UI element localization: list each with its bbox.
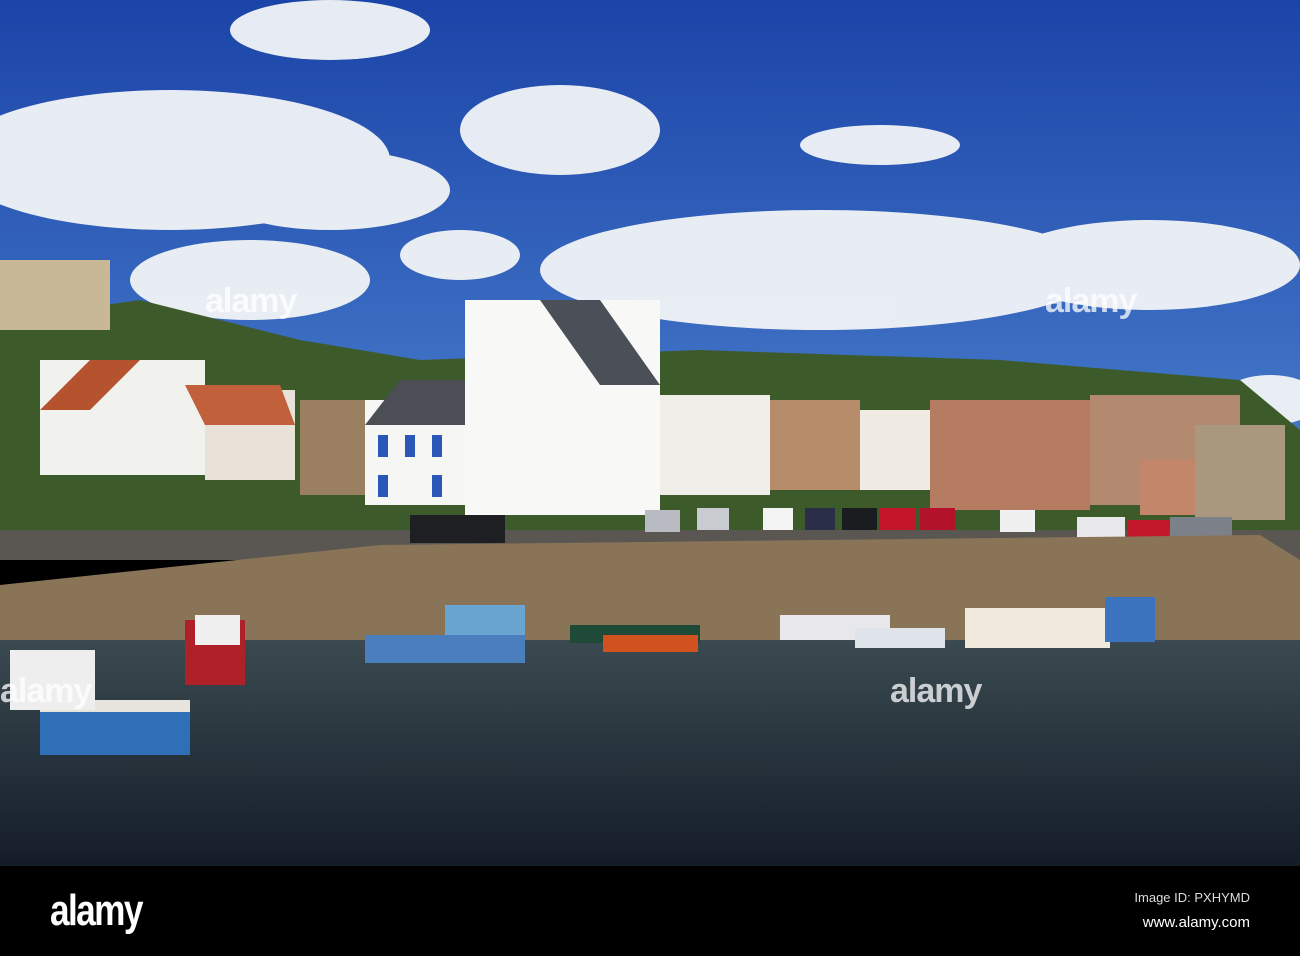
watermark: alamy [890,672,982,710]
site-url: www.alamy.com [1142,914,1250,931]
alamy-logo: alamy [50,886,143,935]
image-id: Image ID: PXHYMD [1134,890,1250,905]
watermark: alamy [0,672,92,710]
footer-bar: alamy Image ID: PXHYMD www.alamy.com [0,866,1300,956]
watermark: alamy [205,282,297,320]
watermark: alamy [1045,282,1137,320]
harbour-photo [0,0,1300,866]
